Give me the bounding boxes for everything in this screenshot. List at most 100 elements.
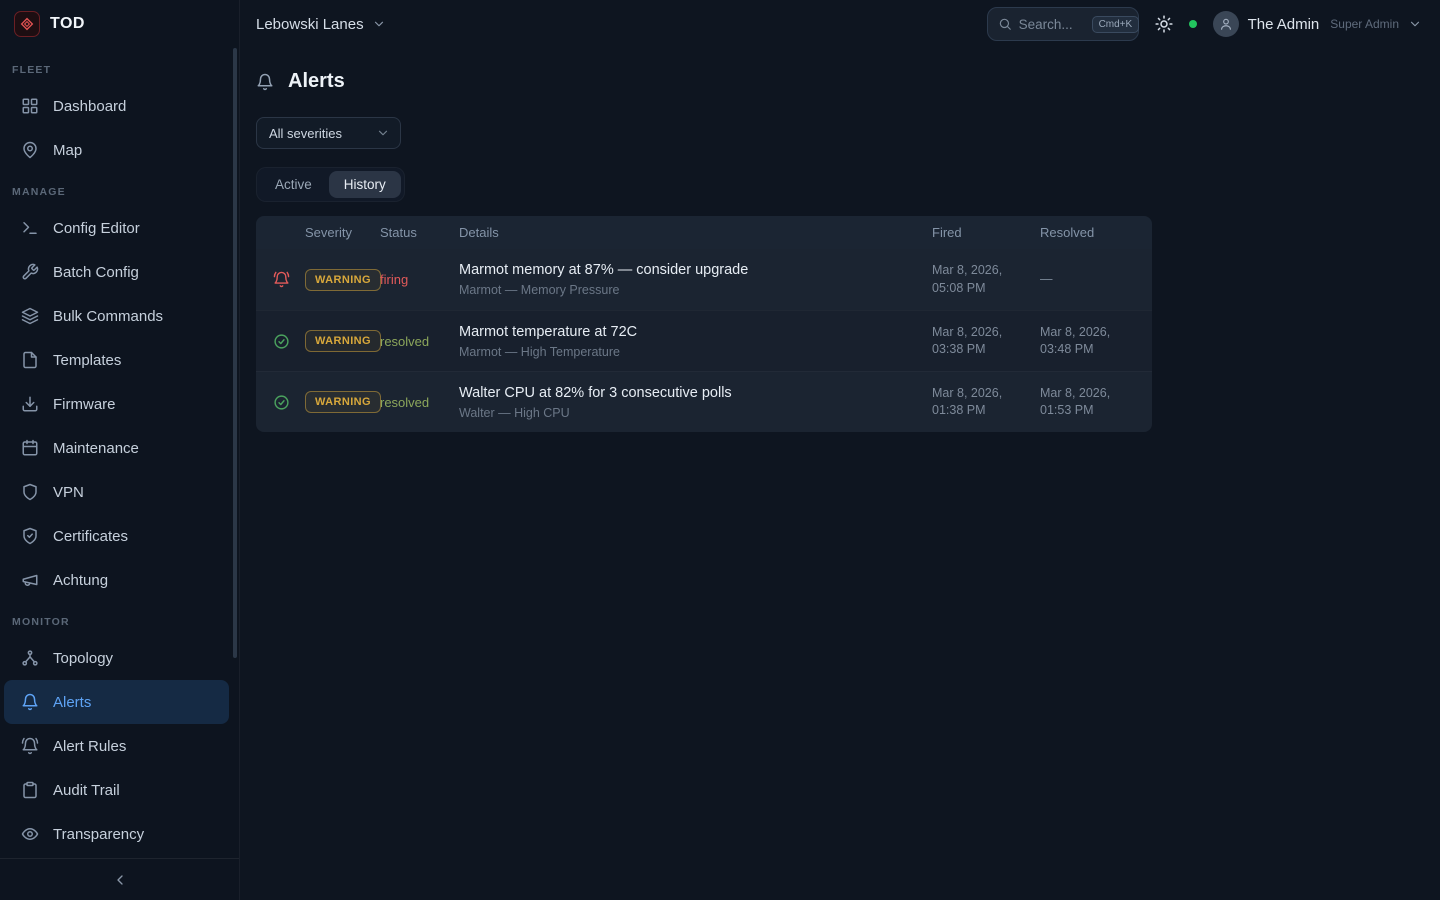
user-menu[interactable]: The Admin Super Admin xyxy=(1211,9,1424,39)
tab-active[interactable]: Active xyxy=(260,171,327,198)
resolved-date: — xyxy=(1040,271,1152,289)
sidebar-item-alerts[interactable]: Alerts xyxy=(4,680,229,724)
resolved-time: Mar 8, 2026, 01:53 PM xyxy=(1040,385,1152,420)
page-header: Alerts xyxy=(256,70,1424,93)
sidebar-item-label: Achtung xyxy=(53,572,108,589)
alert-subtitle: Marmot — Memory Pressure xyxy=(459,283,932,297)
fired-date: Mar 8, 2026, xyxy=(932,324,1040,342)
sidebar-item-dashboard[interactable]: Dashboard xyxy=(4,84,229,128)
col-details: Details xyxy=(459,225,932,240)
alert-subtitle: Marmot — High Temperature xyxy=(459,345,932,359)
fired-clock: 01:38 PM xyxy=(932,402,1040,420)
org-name: Lebowski Lanes xyxy=(256,16,364,33)
sidebar-item-label: Batch Config xyxy=(53,264,139,281)
table-row[interactable]: WARNING resolved Marmot temperature at 7… xyxy=(256,310,1152,371)
sidebar-item-maintenance[interactable]: Maintenance xyxy=(4,426,229,470)
resolved-date: Mar 8, 2026, xyxy=(1040,324,1152,342)
sidebar-item-topology[interactable]: Topology xyxy=(4,636,229,680)
resolved-clock: 03:48 PM xyxy=(1040,341,1152,359)
alert-title: Marmot memory at 87% — consider upgrade xyxy=(459,262,932,278)
chevron-down-icon xyxy=(376,126,390,140)
connection-status-dot xyxy=(1189,20,1197,28)
sidebar-item-certificates[interactable]: Certificates xyxy=(4,514,229,558)
shield-icon xyxy=(21,483,39,501)
severity-badge: WARNING xyxy=(305,330,381,352)
severity-filter-select[interactable]: All severities xyxy=(256,117,401,149)
sidebar-item-bulk-commands[interactable]: Bulk Commands xyxy=(4,294,229,338)
sidebar-item-audit-trail[interactable]: Audit Trail xyxy=(4,768,229,812)
tab-history[interactable]: History xyxy=(329,171,401,198)
sidebar-item-label: Maintenance xyxy=(53,440,139,457)
download-icon xyxy=(21,395,39,413)
resolved-clock: 01:53 PM xyxy=(1040,402,1152,420)
calendar-icon xyxy=(21,439,39,457)
fired-time: Mar 8, 2026, 05:08 PM xyxy=(932,262,1040,297)
file-icon xyxy=(21,351,39,369)
fired-time: Mar 8, 2026, 03:38 PM xyxy=(932,324,1040,359)
alerts-table: Severity Status Details Fired Resolved W… xyxy=(256,216,1152,432)
resolved-time: — xyxy=(1040,271,1152,289)
alert-details: Marmot temperature at 72C Marmot — High … xyxy=(459,324,932,359)
alert-subtitle: Walter — High CPU xyxy=(459,406,932,420)
app-name: TOD xyxy=(50,15,85,33)
wrench-icon xyxy=(21,263,39,281)
brand: TOD xyxy=(0,0,239,48)
check-circle-icon xyxy=(273,394,305,411)
col-severity: Severity xyxy=(305,225,380,240)
sidebar-item-label: Alert Rules xyxy=(53,738,126,755)
certificate-icon xyxy=(21,527,39,545)
org-switcher[interactable]: Lebowski Lanes xyxy=(256,16,386,33)
sidebar-item-achtung[interactable]: Achtung xyxy=(4,558,229,602)
theme-toggle-button[interactable] xyxy=(1153,13,1175,35)
resolved-date: Mar 8, 2026, xyxy=(1040,385,1152,403)
sidebar-item-map[interactable]: Map xyxy=(4,128,229,172)
sidebar-item-batch-config[interactable]: Batch Config xyxy=(4,250,229,294)
search-icon xyxy=(998,17,1012,31)
map-pin-icon xyxy=(21,141,39,159)
alert-title: Walter CPU at 82% for 3 consecutive poll… xyxy=(459,385,932,401)
table-row[interactable]: WARNING firing Marmot memory at 87% — co… xyxy=(256,249,1152,310)
table-header-row: Severity Status Details Fired Resolved xyxy=(256,216,1152,249)
sidebar-item-label: Audit Trail xyxy=(53,782,120,799)
severity-badge: WARNING xyxy=(305,391,381,413)
sidebar-item-firmware[interactable]: Firmware xyxy=(4,382,229,426)
terminal-icon xyxy=(21,219,39,237)
sidebar-item-vpn[interactable]: VPN xyxy=(4,470,229,514)
user-name: The Admin xyxy=(1248,16,1320,33)
table-row[interactable]: WARNING resolved Walter CPU at 82% for 3… xyxy=(256,371,1152,432)
sidebar-item-label: Topology xyxy=(53,650,113,667)
fired-date: Mar 8, 2026, xyxy=(932,385,1040,403)
sidebar-item-label: VPN xyxy=(53,484,84,501)
sidebar-item-transparency[interactable]: Transparency xyxy=(4,812,229,856)
sidebar-item-templates[interactable]: Templates xyxy=(4,338,229,382)
sidebar-item-label: Dashboard xyxy=(53,98,126,115)
global-search[interactable]: Cmd+K xyxy=(987,7,1139,41)
alert-details: Walter CPU at 82% for 3 consecutive poll… xyxy=(459,385,932,420)
sidebar-scrollbar[interactable] xyxy=(233,48,237,658)
status-text: resolved xyxy=(380,334,459,349)
search-shortcut-kbd: Cmd+K xyxy=(1092,16,1140,33)
resolved-time: Mar 8, 2026, 03:48 PM xyxy=(1040,324,1152,359)
severity-filter-value: All severities xyxy=(269,126,342,141)
alerts-page: Alerts All severities Active History Sev… xyxy=(240,48,1440,432)
layers-icon xyxy=(21,307,39,325)
topbar-right: Cmd+K The Admin Super Admin xyxy=(987,7,1424,41)
bell-icon xyxy=(256,73,274,91)
sidebar-item-label: Firmware xyxy=(53,396,116,413)
dashboard-grid-icon xyxy=(21,97,39,115)
sidebar-item-config-editor[interactable]: Config Editor xyxy=(4,206,229,250)
sidebar-item-label: Transparency xyxy=(53,826,144,843)
nav-section-fleet: FLEET xyxy=(0,64,239,76)
alert-title: Marmot temperature at 72C xyxy=(459,324,932,340)
sidebar-item-label: Map xyxy=(53,142,82,159)
main-column: Lebowski Lanes Cmd+K xyxy=(240,0,1440,900)
sidebar-item-alert-rules[interactable]: Alert Rules xyxy=(4,724,229,768)
search-input[interactable] xyxy=(1019,17,1085,32)
app-logo-icon xyxy=(14,11,40,37)
bell-ring-icon xyxy=(21,737,39,755)
user-role-badge: Super Admin xyxy=(1330,17,1399,31)
nav-section-manage: MANAGE xyxy=(0,186,239,198)
topbar: Lebowski Lanes Cmd+K xyxy=(240,0,1440,48)
sidebar-item-label: Alerts xyxy=(53,694,91,711)
sidebar-collapse-button[interactable] xyxy=(106,866,134,894)
